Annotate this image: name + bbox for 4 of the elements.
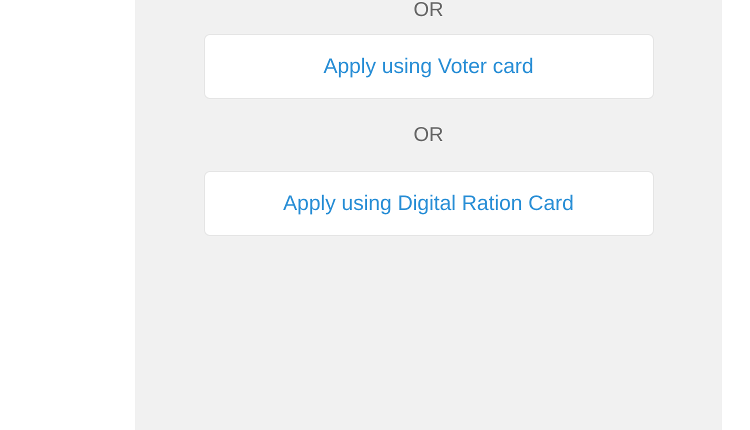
or-separator: OR [414,123,444,147]
or-separator: OR [414,0,444,20]
apply-button[interactable]: Apply using Digital Ration Card [204,171,654,236]
apply-button[interactable]: Apply using Voter card [204,34,654,99]
